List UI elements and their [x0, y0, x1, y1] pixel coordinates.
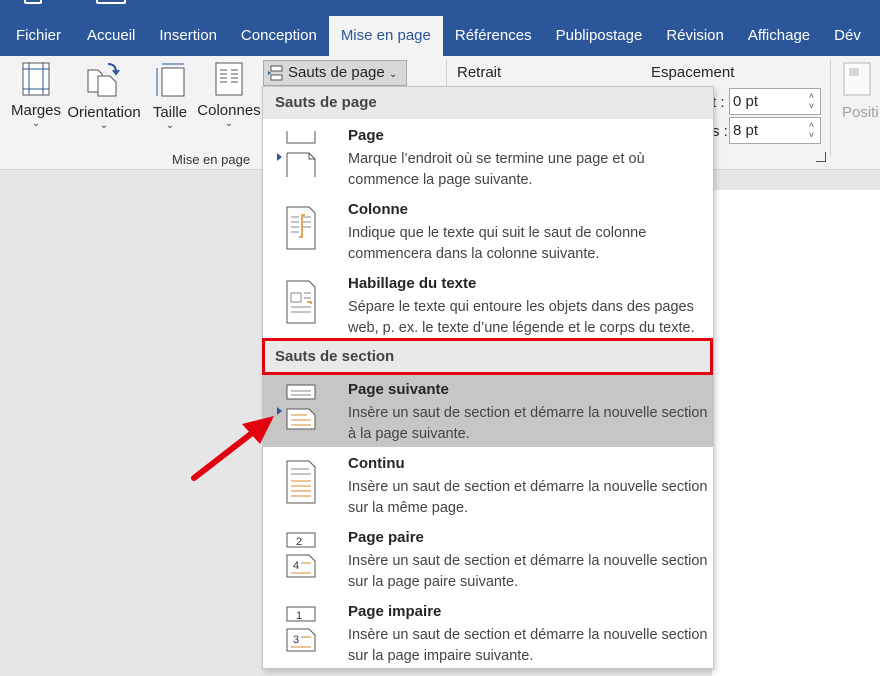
tab-home[interactable]: Accueil [73, 16, 147, 56]
menu-item-continuous[interactable]: Continu Insère un saut de section et dém… [263, 447, 713, 521]
orientation-icon [87, 63, 120, 97]
tab-references[interactable]: Références [443, 16, 544, 56]
position-label: Positi [842, 104, 879, 121]
menu-item-column-break[interactable]: Colonne Indique que le texte qui suit le… [263, 193, 713, 267]
section-breaks-highlight [262, 338, 713, 375]
column-break-title: Colonne [348, 201, 408, 218]
breaks-button[interactable]: Sauts de page ⌄ [263, 60, 407, 86]
menu-item-odd-page[interactable]: 13 Page impaire Insère un saut de sectio… [263, 595, 713, 669]
annotation-arrow [191, 416, 274, 481]
next-page-desc: Insère un saut de section et démarre la … [348, 405, 708, 442]
even-page-icon: 24 [286, 532, 316, 578]
continuous-icon [286, 460, 316, 504]
chevron-down-icon: ⌄ [99, 120, 109, 131]
document-page[interactable] [712, 190, 880, 676]
odd-page-title: Page impaire [348, 603, 442, 620]
tab-mailings[interactable]: Publipostage [544, 16, 655, 56]
menu-item-next-page[interactable]: Page suivante Insère un saut de section … [263, 373, 713, 447]
columns-label: Colonnes [197, 102, 261, 119]
text-wrapping-icon [286, 280, 316, 324]
menu-item-text-wrapping[interactable]: Habillage du texte Sépare le texte qui e… [263, 267, 713, 341]
odd-page-desc: Insère un saut de section et démarre la … [348, 627, 708, 664]
tab-file[interactable]: Fichier [0, 16, 73, 56]
title-bar: Fichier Accueil Insertion Conception Mis… [0, 0, 880, 56]
even-page-title: Page paire [348, 529, 424, 546]
svg-text:3: 3 [293, 634, 299, 646]
spacing-before-value: 0 pt [733, 93, 759, 110]
default-marker-icon [277, 153, 282, 161]
next-page-icon [286, 384, 316, 430]
save-icon[interactable] [24, 0, 42, 4]
columns-icon [215, 62, 243, 96]
page-setup-group-label: Mise en page [172, 152, 251, 167]
redo-icon[interactable] [96, 0, 126, 4]
spin-arrows-icon[interactable]: ˄ ˅ [809, 91, 814, 111]
svg-text:2: 2 [296, 536, 302, 548]
continuous-desc: Insère un saut de section et démarre la … [348, 479, 708, 516]
spin-arrows-icon[interactable]: ˄ ˅ [809, 120, 814, 140]
margins-icon [22, 62, 50, 96]
column-break-icon [286, 206, 316, 250]
size-button[interactable]: Taille ⌄ [150, 62, 190, 131]
column-break-desc: Indique que le texte qui suit le saut de… [348, 225, 647, 262]
breaks-dropdown-menu: Sauts de page Page Marque l’endroit où s… [262, 86, 714, 669]
page-break-desc: Marque l’endroit où se termine une page … [348, 151, 645, 188]
columns-button[interactable]: Colonnes ⌄ [196, 62, 262, 129]
page-breaks-header: Sauts de page [263, 87, 713, 119]
spacing-after-input[interactable]: 8 pt ˄ ˅ [729, 117, 821, 144]
spacing-label: Espacement [651, 64, 735, 81]
even-page-desc: Insère un saut de section et démarre la … [348, 553, 708, 590]
indent-label: Retrait [457, 64, 502, 81]
tab-design[interactable]: Conception [229, 16, 329, 56]
page-break-icon [286, 131, 316, 177]
page-break-title: Page [348, 127, 384, 144]
odd-page-icon: 13 [286, 606, 316, 652]
position-button[interactable]: Positi [842, 62, 879, 121]
next-page-title: Page suivante [348, 381, 449, 398]
menu-item-page-break[interactable]: Page Marque l’endroit où se termine une … [263, 119, 713, 193]
chevron-down-icon: ⌄ [224, 118, 234, 129]
svg-text:1: 1 [296, 610, 302, 622]
chevron-down-icon: ⌄ [165, 120, 175, 131]
position-icon [843, 62, 871, 96]
menu-item-even-page[interactable]: 24 Page paire Insère un saut de section … [263, 521, 713, 595]
spacing-after-label: s : [712, 123, 728, 140]
chevron-down-icon: ⌄ [31, 118, 41, 129]
tab-developer[interactable]: Dév [822, 16, 873, 56]
breaks-label: Sauts de page [288, 64, 385, 81]
text-wrapping-title: Habillage du texte [348, 275, 477, 292]
spacing-after-value: 8 pt [733, 122, 759, 139]
spacing-before-input[interactable]: 0 pt ˄ ˅ [729, 88, 821, 115]
margins-button[interactable]: Marges ⌄ [10, 62, 62, 129]
tab-insert[interactable]: Insertion [147, 16, 229, 56]
orientation-label: Orientation [67, 104, 141, 121]
continuous-title: Continu [348, 455, 405, 472]
paragraph-dialog-launcher-icon[interactable] [816, 152, 826, 162]
breaks-icon [268, 65, 283, 81]
margins-label: Marges [10, 102, 62, 119]
tab-layout[interactable]: Mise en page [328, 16, 443, 56]
orientation-button[interactable]: Orientation ⌄ [64, 62, 144, 131]
ribbon-tabs: Fichier Accueil Insertion Conception Mis… [0, 16, 873, 56]
tab-review[interactable]: Révision [654, 16, 736, 56]
chevron-down-icon: ⌄ [388, 69, 398, 80]
svg-text:4: 4 [293, 560, 299, 572]
text-wrapping-desc: Sépare le texte qui entoure les objets d… [348, 299, 695, 336]
size-label: Taille [152, 104, 188, 121]
size-icon [156, 63, 185, 97]
tab-view[interactable]: Affichage [736, 16, 822, 56]
divider [830, 60, 831, 156]
